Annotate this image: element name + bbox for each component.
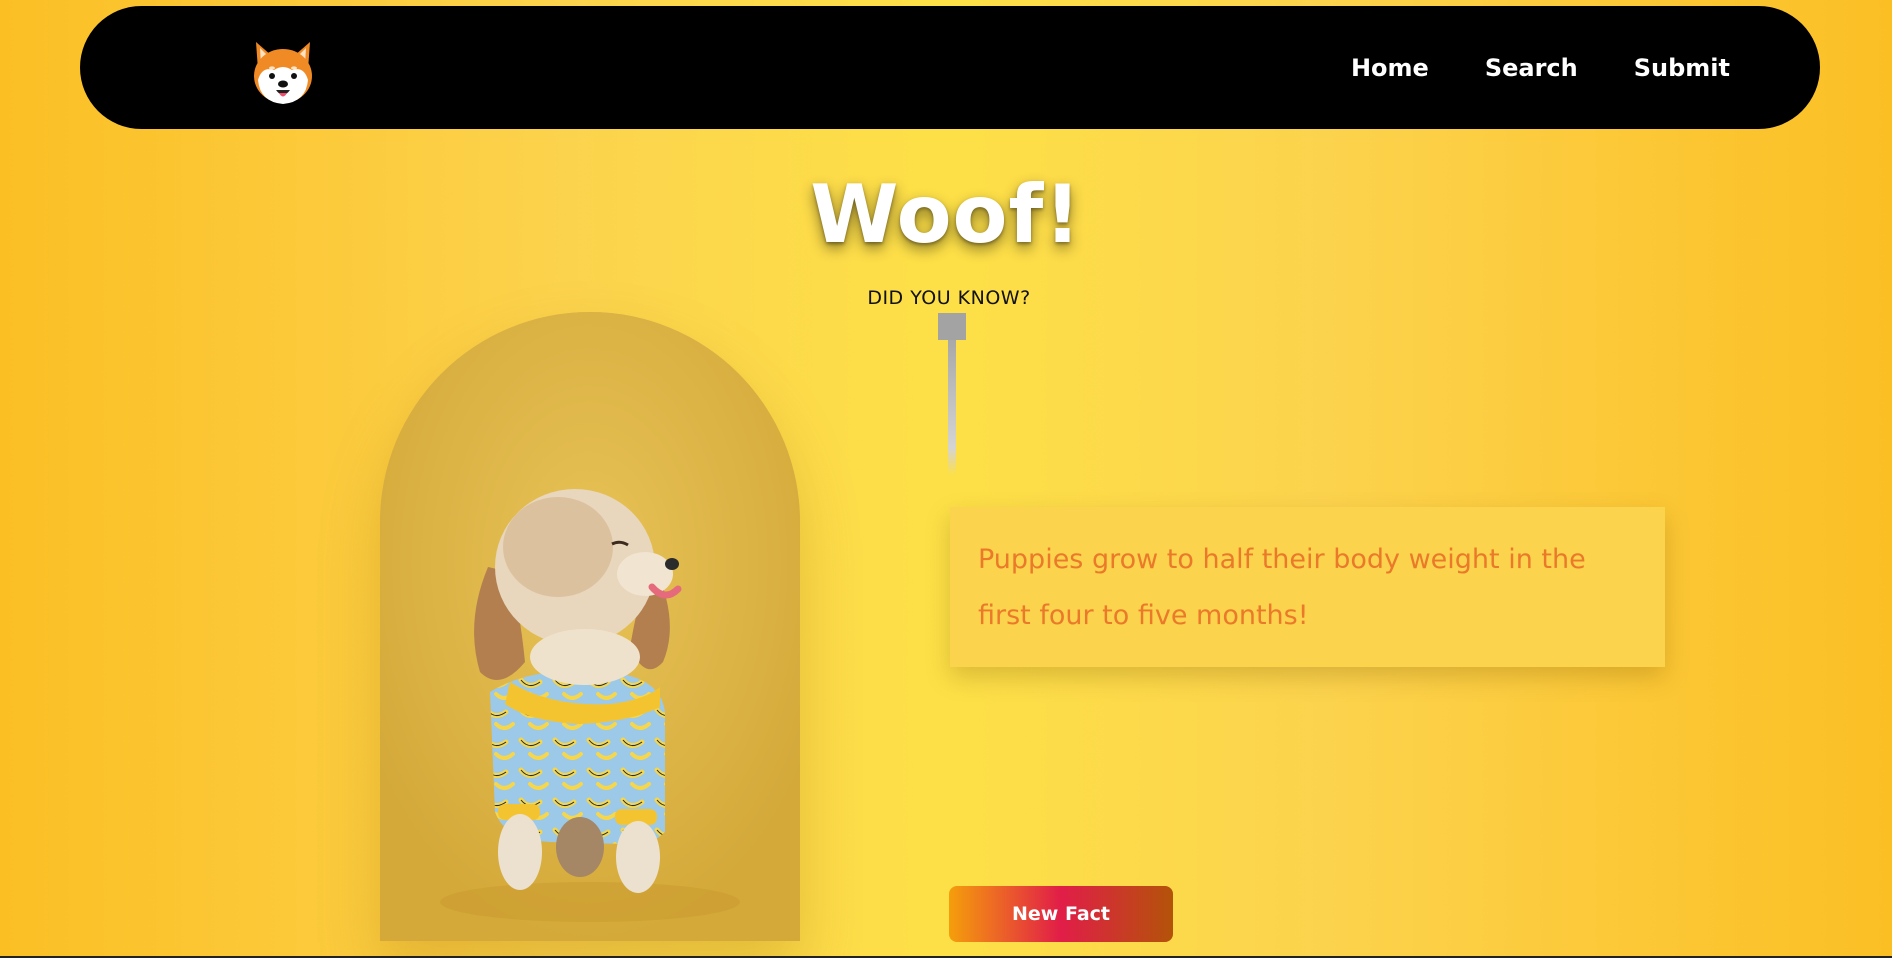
did-you-know-label: DID YOU KNOW? (867, 287, 1031, 309)
nav-home-link[interactable]: Home (1351, 54, 1429, 82)
page-title: Woof! (810, 168, 1082, 261)
nav-search-link[interactable]: Search (1485, 54, 1578, 82)
pull-cord-handle[interactable] (938, 313, 966, 340)
navbar: Home Search Submit (80, 6, 1820, 129)
fact-text: Puppies grow to half their body weight i… (978, 544, 1586, 631)
dog-photo (380, 312, 800, 941)
nav-links: Home Search Submit (1351, 6, 1730, 129)
pull-cord-string (948, 340, 956, 475)
nav-submit-link[interactable]: Submit (1634, 54, 1730, 82)
fact-card: Puppies grow to half their body weight i… (950, 507, 1665, 667)
shiba-dog-logo-icon[interactable] (250, 36, 316, 108)
new-fact-button[interactable]: New Fact (949, 886, 1173, 942)
